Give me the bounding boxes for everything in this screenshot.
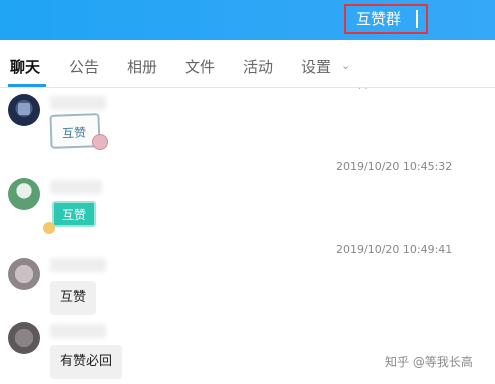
tab-files[interactable]: 文件 bbox=[185, 56, 215, 77]
sticker-label: 互赞 bbox=[62, 208, 87, 222]
sticker-message[interactable]: 互赞 bbox=[52, 201, 96, 227]
group-title[interactable]: 互赞群 bbox=[344, 4, 428, 34]
sticker-label: 互赞 bbox=[61, 125, 87, 141]
active-tab-indicator bbox=[8, 84, 46, 87]
watermark: 知乎 @等我长高 bbox=[385, 355, 473, 369]
sticker-seal-icon bbox=[92, 134, 108, 150]
avatar[interactable] bbox=[8, 94, 40, 126]
sender-name-blurred bbox=[50, 96, 106, 110]
partial-timestamp: · · bbox=[358, 84, 368, 95]
chevron-down-icon[interactable]: ⌄ bbox=[341, 59, 350, 72]
tab-announcements[interactable]: 公告 bbox=[69, 56, 99, 77]
avatar[interactable] bbox=[8, 258, 40, 290]
avatar[interactable] bbox=[8, 322, 40, 354]
group-title-label: 互赞群 bbox=[356, 10, 402, 28]
tab-chat[interactable]: 聊天 bbox=[10, 56, 40, 77]
avatar[interactable] bbox=[8, 178, 40, 210]
text-cursor bbox=[416, 10, 418, 28]
sender-name-blurred bbox=[50, 180, 102, 194]
sender-name-blurred bbox=[50, 258, 106, 272]
message-bubble[interactable]: 有赞必回 bbox=[50, 345, 123, 379]
sender-name-blurred bbox=[50, 324, 106, 338]
flower-icon bbox=[43, 222, 55, 234]
chat-header: 互赞群 bbox=[0, 0, 495, 40]
message-timestamp: 2019/10/20 10:45:32 bbox=[336, 160, 453, 173]
tab-bar: 聊天 公告 相册 文件 活动 设置 bbox=[0, 40, 495, 88]
tab-activities[interactable]: 活动 bbox=[243, 56, 273, 77]
message-timestamp: 2019/10/20 10:49:41 bbox=[336, 243, 453, 256]
tab-settings[interactable]: 设置 bbox=[301, 56, 331, 77]
message-bubble[interactable]: 互赞 bbox=[50, 281, 97, 315]
tab-album[interactable]: 相册 bbox=[127, 56, 157, 77]
